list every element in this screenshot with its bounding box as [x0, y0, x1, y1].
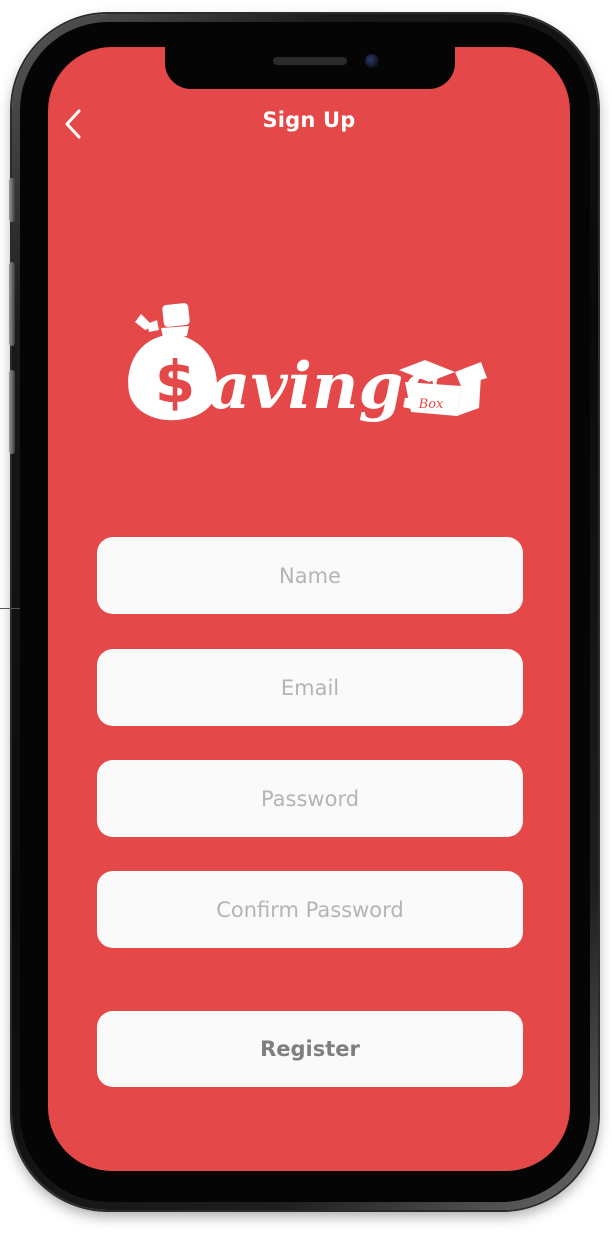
volume-down-button — [9, 370, 15, 454]
logo-wordmark: avings — [209, 349, 439, 424]
page-title: Sign Up — [262, 108, 356, 132]
confirm-password-field[interactable] — [97, 871, 523, 948]
email-field[interactable] — [97, 649, 523, 726]
register-button[interactable]: Register — [97, 1011, 523, 1087]
volume-up-button — [9, 262, 15, 346]
background-divider — [0, 608, 20, 609]
password-field[interactable] — [97, 760, 523, 837]
silent-switch — [9, 178, 15, 222]
logo-box-label: Box — [418, 397, 444, 412]
notch — [165, 47, 455, 89]
speaker-grille — [273, 57, 347, 65]
front-camera — [365, 54, 379, 68]
name-field[interactable] — [97, 537, 523, 614]
dollar-sign: $ — [155, 348, 195, 416]
nav-bar: Sign Up — [48, 100, 570, 146]
savings-box-logo: $ avings Box — [128, 303, 487, 424]
